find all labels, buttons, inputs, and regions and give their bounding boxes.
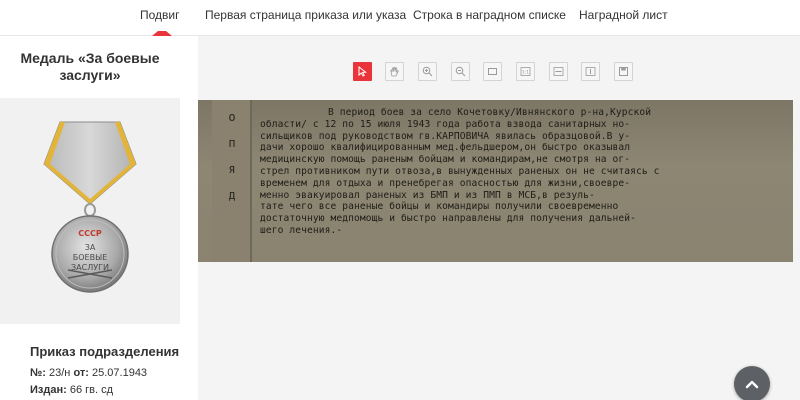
document-line: медицинскую помощь раненым бойцам и кома…	[260, 154, 631, 166]
order-number-line: №: 23/н от: 25.07.1943	[30, 367, 147, 379]
order-issued-label: Издан:	[30, 384, 67, 396]
document-viewer: 1:1 о п я д В период боев за село Кочето…	[198, 36, 800, 400]
save-icon[interactable]	[614, 62, 633, 81]
zoom-in-icon[interactable]	[418, 62, 437, 81]
document-line: временем для отдыха и пренебрегая опасно…	[260, 177, 631, 189]
document-line: менно эвакуировал раненых из БМП и из ПМ…	[260, 189, 595, 201]
svg-text:СССР: СССР	[78, 229, 102, 238]
tab-feat[interactable]: Подвиг	[140, 8, 180, 22]
medal-title: Медаль «За боевые заслуги»	[20, 50, 160, 83]
side-letter: я	[228, 162, 236, 176]
side-letter: д	[228, 188, 236, 202]
order-number-label: №:	[30, 367, 46, 379]
order-issued-line: Издан: 66 гв. сд	[30, 384, 113, 396]
side-letter: о	[228, 110, 236, 124]
document-line: шего лечения.-	[260, 224, 343, 236]
svg-text:1:1: 1:1	[522, 70, 529, 76]
select-pointer-icon[interactable]	[353, 62, 372, 81]
document-margin-line	[250, 100, 252, 262]
award-sidebar: Медаль «За боевые заслуги» СССР ЗА БОЕВЫ…	[0, 36, 198, 400]
document-line: тате чего все раненые бойцы и командиры …	[260, 201, 619, 213]
fit-width-icon[interactable]	[549, 62, 568, 81]
document-text: В период боев за село Кочетовку/Ивнянско…	[260, 107, 790, 237]
medal-image-card: СССР ЗА БОЕВЫЕ ЗАСЛУГИ	[0, 98, 180, 324]
document-line: достаточную медпомощь и быстро направлен…	[260, 213, 637, 225]
order-date-label: от:	[73, 367, 89, 379]
order-number-value: 23/н	[49, 367, 71, 379]
document-line: В период боев за село Кочетовку/Ивнянско…	[328, 107, 652, 118]
document-side-text: о п я д	[222, 104, 242, 208]
tab-award-sheet[interactable]: Наградной лист	[579, 8, 668, 22]
tab-bar: Подвиг Первая страница приказа или указа…	[0, 0, 800, 36]
order-title: Приказ подразделения	[30, 344, 180, 359]
svg-text:ЗАСЛУГИ: ЗАСЛУГИ	[71, 263, 109, 272]
order-issued-value: 66 гв. сд	[69, 384, 114, 396]
actual-size-icon[interactable]: 1:1	[516, 62, 535, 81]
document-line: сильщиков под руководством гв.КАРПОВИЧА …	[260, 130, 631, 142]
document-scan[interactable]: о п я д В период боев за село Кочетовку/…	[198, 100, 793, 262]
scroll-to-top-button[interactable]	[734, 366, 770, 400]
hand-pan-icon[interactable]	[385, 62, 404, 81]
tab-order-first-page[interactable]: Первая страница приказа или указа	[205, 8, 406, 22]
tab-award-list-row[interactable]: Строка в наградном списке	[413, 8, 566, 22]
fit-height-icon[interactable]	[581, 62, 600, 81]
order-date-value: 25.07.1943	[92, 367, 148, 379]
document-line: дачи хорошо квалифицированным мед.фельдш…	[260, 142, 631, 154]
svg-text:ЗА: ЗА	[85, 243, 96, 252]
svg-text:БОЕВЫЕ: БОЕВЫЕ	[73, 253, 107, 262]
chevron-up-icon	[745, 380, 759, 389]
zoom-out-icon[interactable]	[451, 62, 470, 81]
medal-image: СССР ЗА БОЕВЫЕ ЗАСЛУГИ	[43, 121, 137, 293]
document-line: области/ с 12 по 15 июля 1943 года работ…	[260, 118, 631, 130]
document-line: стрел противником пути отвоза,в вынужден…	[260, 165, 660, 177]
fit-page-icon[interactable]	[483, 62, 502, 81]
side-letter: п	[228, 136, 236, 150]
